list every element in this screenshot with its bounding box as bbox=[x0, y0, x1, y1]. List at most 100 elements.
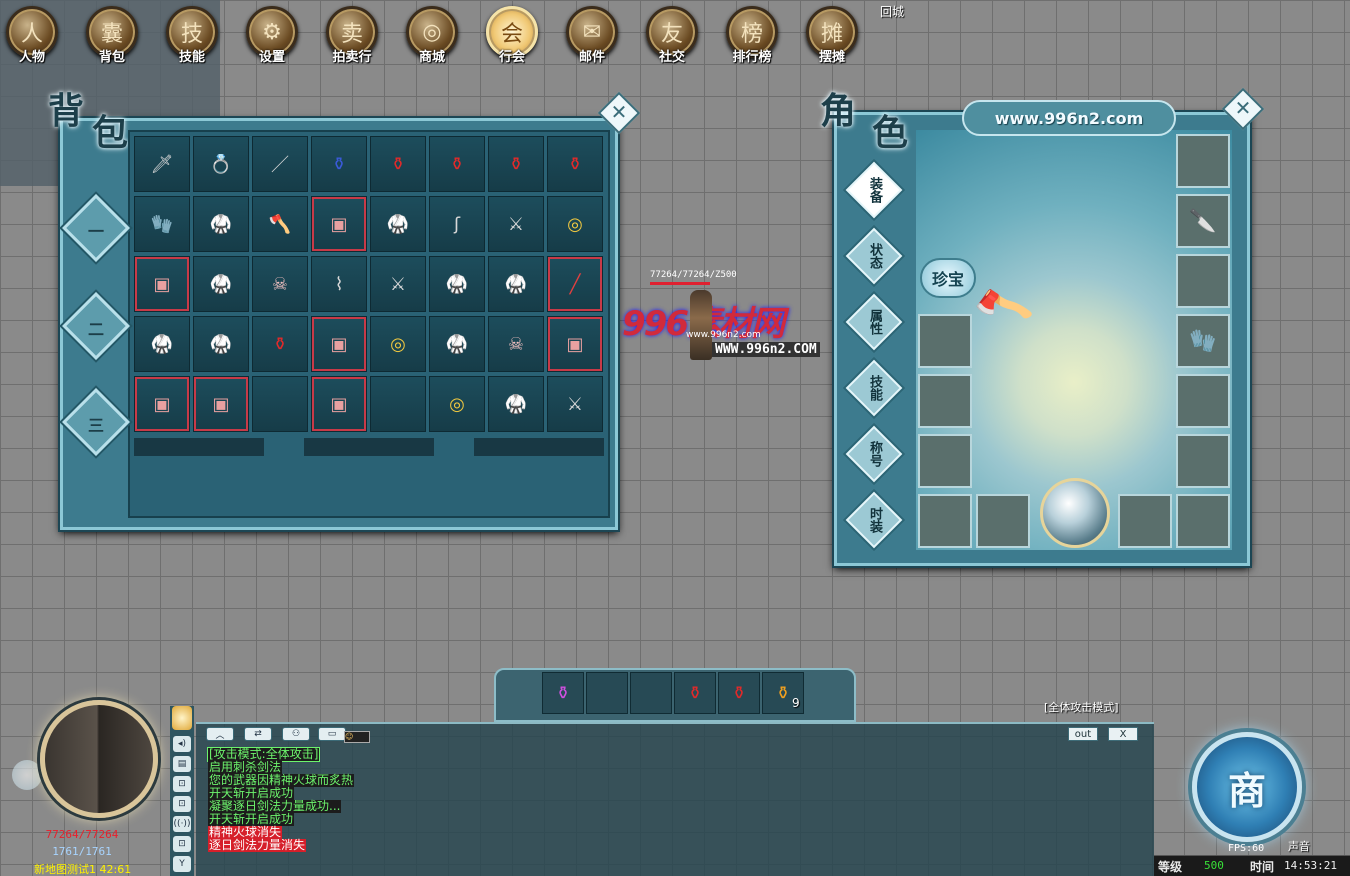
bag-slot[interactable]: ╱ bbox=[547, 256, 603, 312]
equip-slot-left-4[interactable] bbox=[918, 494, 972, 548]
bag-slot[interactable]: ☠ bbox=[488, 316, 544, 372]
channel-icon-1[interactable]: ⊡ bbox=[173, 776, 191, 792]
bag-slot[interactable]: ⚔ bbox=[547, 376, 603, 432]
bag-slot[interactable]: ⚱ bbox=[429, 136, 485, 192]
bag-slot[interactable]: 🧤 bbox=[134, 196, 190, 252]
bag-slot[interactable]: ⚔ bbox=[488, 196, 544, 252]
bag-slot[interactable]: 💍 bbox=[193, 136, 249, 192]
menu-button-3[interactable]: ⚙ 设置 bbox=[240, 6, 304, 70]
character-tab-5[interactable]: 称号 bbox=[845, 425, 903, 483]
bag-slot[interactable] bbox=[252, 376, 308, 432]
bag-slot[interactable]: 🥋 bbox=[193, 256, 249, 312]
bag-slot[interactable]: ◎ bbox=[370, 316, 426, 372]
chat-collapse-icon[interactable]: ︿ bbox=[206, 727, 234, 741]
character-tab-4[interactable]: 技能 bbox=[845, 359, 903, 417]
bag-slot[interactable]: ▣ bbox=[311, 376, 367, 432]
chat-bubble-icon[interactable]: ▭ bbox=[318, 727, 346, 741]
sound-toggle[interactable]: 声音 bbox=[1288, 838, 1310, 854]
bag-slot[interactable]: ▣ bbox=[311, 316, 367, 372]
bag-slot[interactable]: 🗡 bbox=[134, 136, 190, 192]
bag-slot[interactable]: 🥋 bbox=[193, 196, 249, 252]
equip-slot-5[interactable] bbox=[1176, 374, 1230, 428]
chat-group-icon[interactable]: ⚇ bbox=[282, 727, 310, 741]
bag-slot[interactable] bbox=[370, 376, 426, 432]
menu-button-2[interactable]: 技技能 bbox=[160, 6, 224, 70]
menu-button-9[interactable]: 榜排行榜 bbox=[720, 6, 784, 70]
menu-button-7[interactable]: ✉ 邮件 bbox=[560, 6, 624, 70]
bag-slot[interactable]: ☠ bbox=[252, 256, 308, 312]
fork-icon[interactable]: Y bbox=[173, 856, 191, 872]
bag-slot[interactable]: ⚱ bbox=[370, 136, 426, 192]
player-character[interactable] bbox=[690, 290, 712, 360]
menu-button-5[interactable]: ◎ 商城 bbox=[400, 6, 464, 70]
bag-slot[interactable]: ⌇ bbox=[311, 256, 367, 312]
treasure-button[interactable]: 珍宝 bbox=[920, 258, 976, 298]
chat-filter-icon[interactable]: ⇄ bbox=[244, 727, 272, 741]
equip-slot-8[interactable] bbox=[1118, 494, 1172, 548]
bag-slot[interactable]: 🥋 bbox=[429, 316, 485, 372]
equip-slot-3[interactable] bbox=[1176, 254, 1230, 308]
equip-slot-top-right[interactable] bbox=[1176, 134, 1230, 188]
bag-slot[interactable]: 🥋 bbox=[488, 376, 544, 432]
quick-slot-2[interactable] bbox=[586, 672, 628, 714]
equip-slot-6[interactable] bbox=[1176, 434, 1230, 488]
menu-button-6[interactable]: 会行会 bbox=[480, 6, 544, 70]
quick-slot-3[interactable] bbox=[630, 672, 672, 714]
menu-button-10[interactable]: 摊摆摊 bbox=[800, 6, 864, 70]
character-tab-3[interactable]: 属性 bbox=[845, 293, 903, 351]
equip-slot-left-2[interactable] bbox=[918, 374, 972, 428]
crystal-orb[interactable] bbox=[1040, 478, 1110, 548]
character-close-button[interactable]: ✕ bbox=[1221, 87, 1265, 131]
record-icon[interactable]: ▤ bbox=[173, 756, 191, 772]
equip-slot-7[interactable] bbox=[1176, 494, 1230, 548]
character-tab-6[interactable]: 时装 bbox=[845, 491, 903, 549]
broadcast-icon[interactable]: ((·)) bbox=[173, 816, 191, 832]
bag-slot[interactable]: 🥋 bbox=[134, 316, 190, 372]
menu-button-8[interactable]: 友社交 bbox=[640, 6, 704, 70]
equip-slot-left-5[interactable] bbox=[976, 494, 1030, 548]
bag-slot[interactable]: ▣ bbox=[134, 256, 190, 312]
bag-slot[interactable]: ▣ bbox=[134, 376, 190, 432]
quick-slot-5[interactable]: ⚱ bbox=[718, 672, 760, 714]
menu-button-4[interactable]: 卖拍卖行 bbox=[320, 6, 384, 70]
character-tab-1[interactable]: 装备 bbox=[845, 161, 903, 219]
bag-slot[interactable]: ⚱ bbox=[311, 136, 367, 192]
bag-slot[interactable]: ◎ bbox=[547, 196, 603, 252]
equip-slot-glove[interactable]: 🧤 bbox=[1176, 314, 1230, 368]
equip-slot-weapon-hook[interactable]: 🔪 bbox=[1176, 194, 1230, 248]
bag-close-button[interactable]: ✕ bbox=[597, 91, 641, 135]
bag-slot[interactable]: ▣ bbox=[547, 316, 603, 372]
lantern-icon[interactable] bbox=[172, 706, 192, 730]
chat-close-button[interactable]: X bbox=[1108, 727, 1138, 741]
character-tab-2[interactable]: 状态 bbox=[845, 227, 903, 285]
bag-slot[interactable]: 🥋 bbox=[370, 196, 426, 252]
bag-slot[interactable]: 🥋 bbox=[193, 316, 249, 372]
attack-mode-hint: [全体攻击模式] bbox=[1044, 701, 1119, 714]
menu-button-1[interactable]: 囊背包 bbox=[80, 6, 144, 70]
channel-icon-3[interactable]: ⊡ bbox=[173, 836, 191, 852]
bag-slot[interactable]: ▣ bbox=[193, 376, 249, 432]
speaker-icon[interactable]: ◂) bbox=[173, 736, 191, 752]
quick-slot-4[interactable]: ⚱ bbox=[674, 672, 716, 714]
bag-slot[interactable]: ◎ bbox=[429, 376, 485, 432]
chat-emote-icon[interactable]: ☺ bbox=[344, 731, 370, 743]
channel-icon-2[interactable]: ⊡ bbox=[173, 796, 191, 812]
shop-button[interactable]: 商 bbox=[1192, 732, 1302, 842]
bag-slot[interactable]: ／ bbox=[252, 136, 308, 192]
bag-slot[interactable]: ʃ bbox=[429, 196, 485, 252]
bag-slot[interactable]: 🥋 bbox=[429, 256, 485, 312]
bag-slot[interactable]: ⚱ bbox=[488, 136, 544, 192]
menu-button-0[interactable]: 人人物 bbox=[0, 6, 64, 70]
return-city-button[interactable]: 回城 bbox=[880, 3, 904, 20]
bag-slot[interactable]: 🪓 bbox=[252, 196, 308, 252]
equip-slot-left-3[interactable] bbox=[918, 434, 972, 488]
bag-slot[interactable]: ⚱ bbox=[547, 136, 603, 192]
hook-icon: ʃ bbox=[453, 213, 461, 235]
bag-slot[interactable]: 🥋 bbox=[488, 256, 544, 312]
chat-out-button[interactable]: out bbox=[1068, 727, 1098, 741]
bag-slot[interactable]: ⚱ bbox=[252, 316, 308, 372]
bag-slot[interactable]: ▣ bbox=[311, 196, 367, 252]
quick-slot-1[interactable]: ⚱ bbox=[542, 672, 584, 714]
bag-slot[interactable]: ⚔ bbox=[370, 256, 426, 312]
equip-slot-left-1[interactable] bbox=[918, 314, 972, 368]
